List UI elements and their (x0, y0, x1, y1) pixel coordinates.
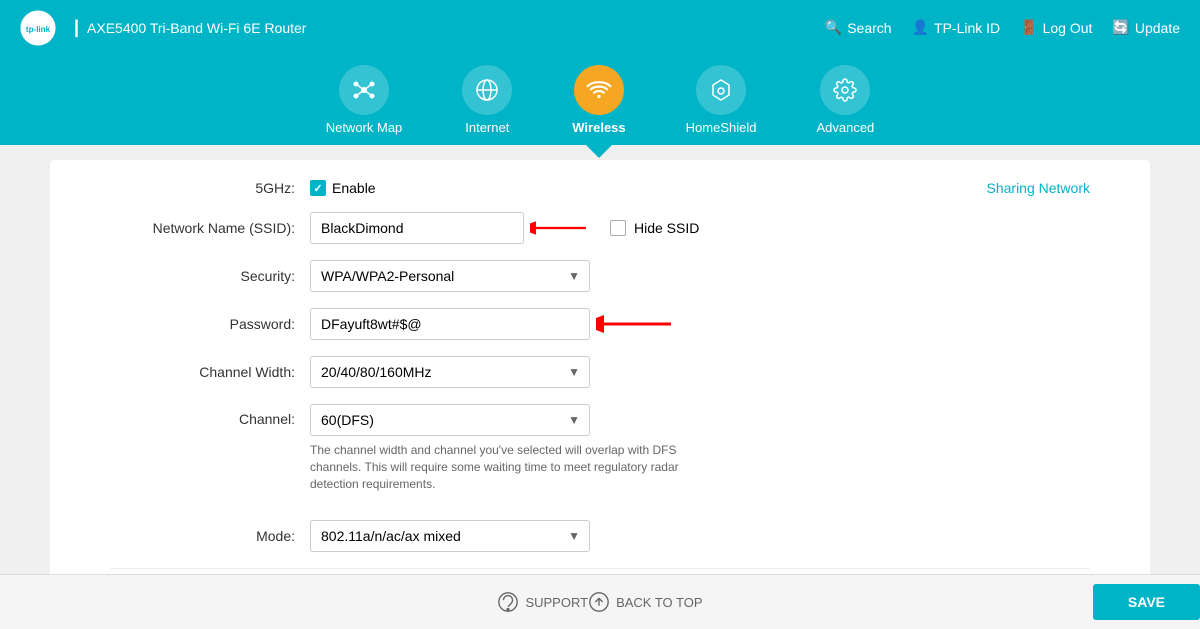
5ghz-enable-check[interactable]: Enable (310, 180, 376, 196)
5ghz-password-label: Password: (110, 316, 310, 332)
tplink-id-button[interactable]: 👤 TP-Link ID (912, 19, 1001, 36)
5ghz-password-row: Password: (110, 308, 1090, 340)
5ghz-security-select-wrap: WPA/WPA2-Personal WPA3-Personal None ▼ (310, 260, 590, 292)
logout-icon: 🚪 (1020, 19, 1037, 36)
search-icon: 🔍 (825, 19, 842, 36)
navbar: Network Map Internet (0, 55, 1200, 145)
main-content: 5GHz: Enable Sharing Network Network Nam… (50, 160, 1150, 580)
tplink-logo-icon: tp-link (20, 10, 56, 46)
5ghz-sharing-network-link[interactable]: Sharing Network (987, 180, 1091, 196)
nav-item-homeshield[interactable]: HomeShield (686, 65, 757, 145)
active-nav-arrow (586, 145, 612, 158)
search-button[interactable]: 🔍 Search (825, 19, 892, 36)
5ghz-channel-width-row: Channel Width: 20/40/80/160MHz 20/40/80M… (110, 356, 1090, 388)
5ghz-ssid-row: Network Name (SSID): Hide SSID (110, 212, 1090, 244)
5ghz-mode-select[interactable]: 802.11a/n/ac/ax mixed 802.11n/ac/ax mixe… (310, 520, 590, 552)
homeshield-icon (696, 65, 746, 115)
5ghz-header-row: 5GHz: Enable Sharing Network (110, 180, 1090, 196)
back-to-top-button[interactable]: BACK TO TOP (588, 591, 702, 613)
support-icon (497, 591, 519, 613)
header-product-title: AXE5400 Tri-Band Wi-Fi 6E Router (87, 20, 306, 36)
header-actions: 🔍 Search 👤 TP-Link ID 🚪 Log Out 🔄 Update (825, 19, 1180, 36)
advanced-icon (820, 65, 870, 115)
dfs-warning-text: The channel width and channel you've sel… (310, 442, 730, 492)
ssid-red-arrow (530, 214, 590, 242)
wireless-icon (574, 65, 624, 115)
save-button[interactable]: SAVE (1093, 584, 1200, 620)
logo: tp-link | AXE5400 Tri-Band Wi-Fi 6E Rout… (20, 10, 306, 46)
5ghz-hide-ssid-checkbox[interactable] (610, 220, 626, 236)
5ghz-mode-select-wrap: 802.11a/n/ac/ax mixed 802.11n/ac/ax mixe… (310, 520, 590, 552)
5ghz-mode-label: Mode: (110, 528, 310, 544)
svg-text:tp-link: tp-link (26, 24, 51, 33)
nav-item-wireless[interactable]: Wireless (572, 65, 625, 145)
5ghz-security-select[interactable]: WPA/WPA2-Personal WPA3-Personal None (310, 260, 590, 292)
nav-item-internet[interactable]: Internet (462, 65, 512, 145)
5ghz-channel-width-select-wrap: 20/40/80/160MHz 20/40/80MHz 20/40MHz 20M… (310, 356, 590, 388)
5ghz-channel-width-select[interactable]: 20/40/80/160MHz 20/40/80MHz 20/40MHz 20M… (310, 356, 590, 388)
nav-item-advanced[interactable]: Advanced (816, 65, 874, 145)
header: tp-link | AXE5400 Tri-Band Wi-Fi 6E Rout… (0, 0, 1200, 55)
back-to-top-icon (588, 591, 610, 613)
5ghz-channel-select[interactable]: 60(DFS) Auto 36 40 44 48 (310, 404, 590, 436)
5ghz-password-input[interactable] (310, 308, 590, 340)
5ghz-ssid-label: Network Name (SSID): (110, 220, 310, 236)
5ghz-hide-ssid-label: Hide SSID (634, 220, 699, 236)
5ghz-security-label: Security: (110, 268, 310, 284)
password-red-arrow (596, 310, 676, 338)
update-button[interactable]: 🔄 Update (1112, 19, 1180, 36)
5ghz-channel-row: Channel: 60(DFS) Auto 36 40 44 48 ▼ The … (110, 404, 1090, 504)
network-map-icon (339, 65, 389, 115)
5ghz-channel-label: Channel: (110, 404, 310, 427)
header-divider: | (74, 17, 79, 38)
5ghz-enable-label: Enable (332, 180, 376, 196)
5ghz-mode-row: Mode: 802.11a/n/ac/ax mixed 802.11n/ac/a… (110, 520, 1090, 552)
logout-button[interactable]: 🚪 Log Out (1020, 19, 1092, 36)
bottom-bar: SUPPORT BACK TO TOP SAVE (0, 574, 1200, 629)
section-divider (110, 568, 1090, 569)
5ghz-ssid-input[interactable] (310, 212, 524, 244)
nav-item-network-map[interactable]: Network Map (326, 65, 403, 145)
back-to-top-label: BACK TO TOP (616, 595, 702, 610)
update-icon: 🔄 (1112, 19, 1129, 36)
support-label: SUPPORT (525, 595, 588, 610)
tplink-id-icon: 👤 (912, 19, 929, 36)
5ghz-label: 5GHz: (110, 180, 310, 196)
5ghz-channel-width-label: Channel Width: (110, 364, 310, 380)
internet-icon (462, 65, 512, 115)
5ghz-security-row: Security: WPA/WPA2-Personal WPA3-Persona… (110, 260, 1090, 292)
5ghz-enable-checkbox[interactable] (310, 180, 326, 196)
support-button[interactable]: SUPPORT (497, 591, 588, 613)
